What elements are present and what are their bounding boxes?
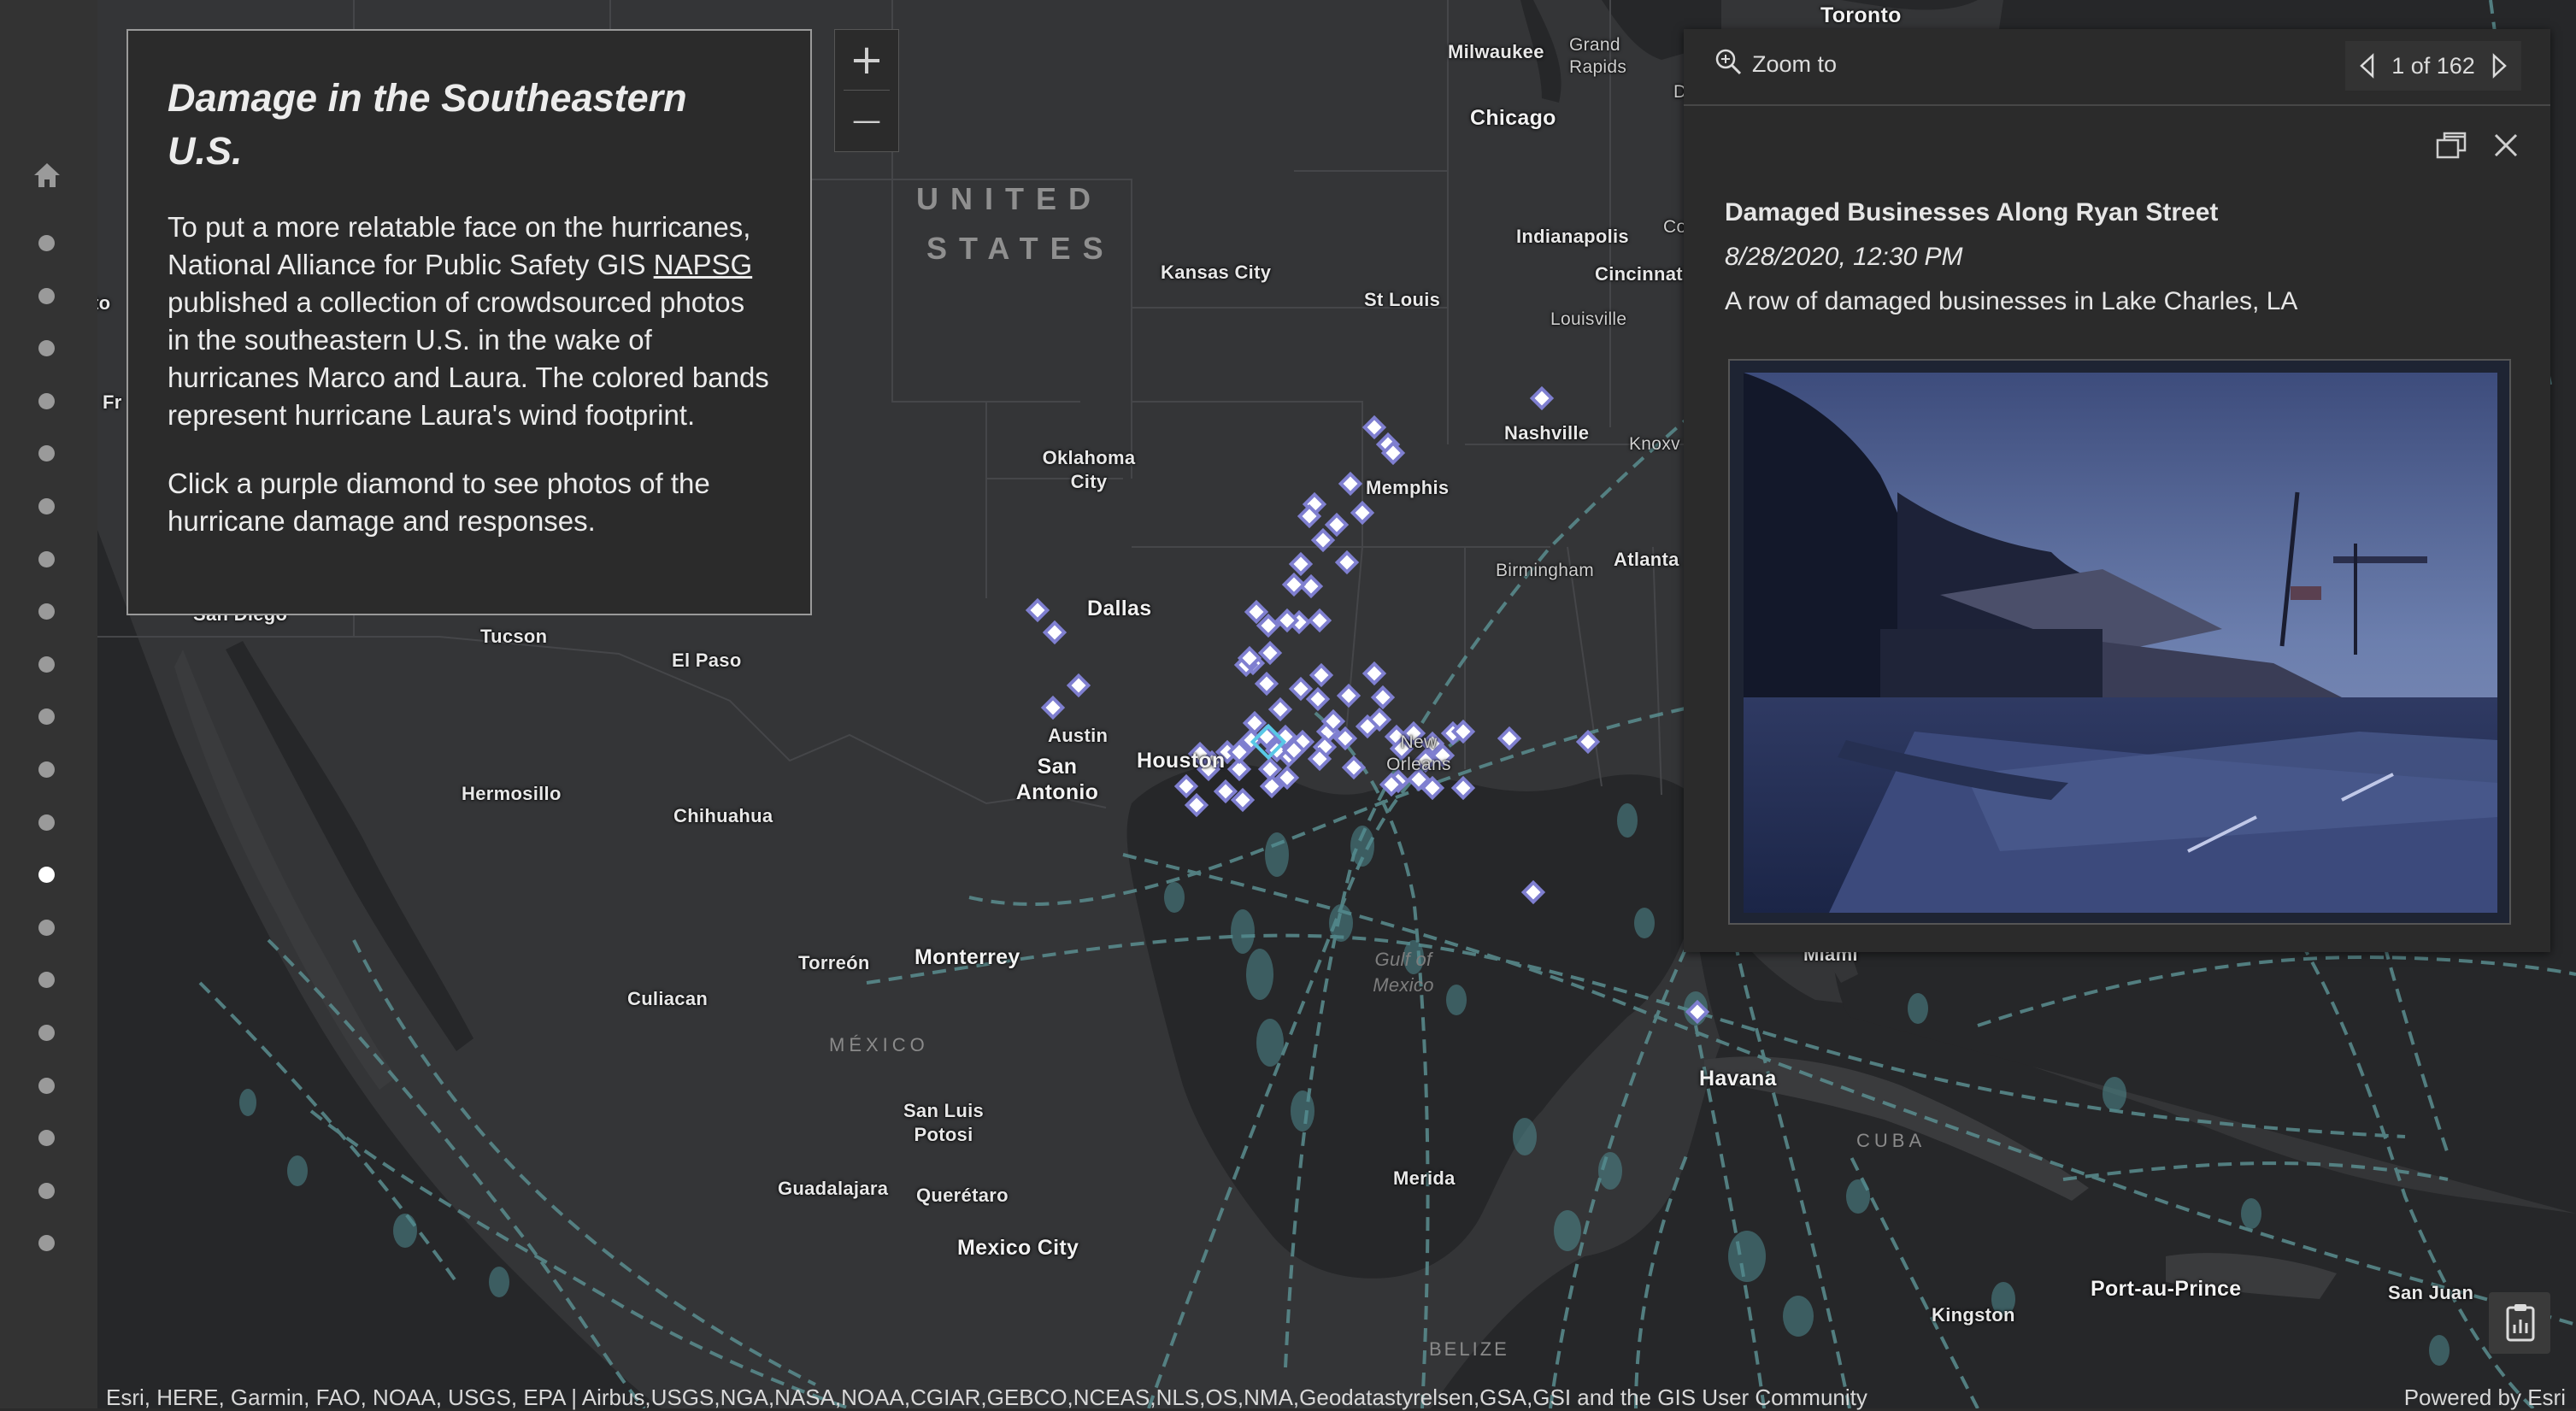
map-label-grand-rapids: Grand Rapids: [1569, 35, 1627, 77]
chevron-left-icon[interactable]: [2357, 53, 2378, 79]
magnifier-icon: [1714, 48, 1742, 81]
map-label-kingston: Kingston: [1932, 1304, 2015, 1326]
popup-pager: 1 of 162: [2345, 41, 2521, 91]
feature-date: 8/28/2020, 12:30 PM: [1725, 243, 1963, 271]
powered-by-esri[interactable]: Powered by Esri: [2404, 1385, 2566, 1411]
napsg-link[interactable]: NAPSG: [654, 249, 753, 280]
map-label-memphis: Memphis: [1366, 477, 1450, 498]
story-nav-dot[interactable]: [38, 1235, 55, 1252]
map-label-new-orleans: New Orleans: [1386, 732, 1451, 774]
story-panel: Damage in the Southeastern U.S. To put a…: [126, 29, 812, 615]
map-label-port-au-prince: Port-au-Prince: [2091, 1277, 2242, 1301]
map-label-louisville: Louisville: [1550, 309, 1627, 329]
zoom-to-button[interactable]: Zoom to: [1714, 48, 1837, 81]
story-nav-dot[interactable]: [38, 1182, 55, 1199]
story-nav-dot[interactable]: [38, 392, 55, 409]
zoom-to-label: Zoom to: [1752, 51, 1838, 77]
map-label-mexico-city: Mexico City: [957, 1236, 1079, 1260]
feature-photo-frame: [1728, 359, 2511, 925]
map-label-gulf-of-mexico: Gulf of Mexico: [1373, 949, 1434, 996]
story-nav-dot[interactable]: [38, 972, 55, 989]
map-label-havana: Havana: [1699, 1067, 1777, 1091]
map-label-houston: Houston: [1137, 749, 1226, 773]
map-label-queretaro: Querétaro: [916, 1185, 1009, 1206]
zoom-out-icon[interactable]: —: [835, 91, 898, 150]
map-label-torreon: Torreón: [798, 952, 870, 973]
map-label-united: UNITED: [916, 181, 1103, 216]
story-nav-dot[interactable]: [38, 919, 55, 936]
map-label-to: to: [97, 292, 111, 314]
story-paragraph-1: To put a more relatable face on the hurr…: [168, 209, 771, 434]
map-label-cincinnati: Cincinnat: [1595, 263, 1683, 285]
map-label-chihuahua: Chihuahua: [673, 805, 773, 826]
popup-header: Zoom to 1 of 162: [1684, 29, 2550, 106]
map-label-dallas: Dallas: [1087, 597, 1152, 620]
story-nav-dot[interactable]: [38, 603, 55, 620]
map-label-guadalajara: Guadalajara: [778, 1178, 889, 1199]
map-label-kansas-city: Kansas City: [1161, 262, 1272, 283]
map-attribution: Esri, HERE, Garmin, FAO, NOAA, USGS, EPA…: [106, 1385, 1867, 1410]
story-nav-dot[interactable]: [38, 287, 55, 304]
story-sidebar: [0, 0, 97, 1408]
story-nav-dot[interactable]: [38, 1130, 55, 1147]
story-nav-dot[interactable]: [38, 445, 55, 462]
map-label-fr: Fr: [103, 391, 122, 413]
story-nav-dot[interactable]: [38, 761, 55, 778]
dock-icon[interactable]: [2436, 130, 2468, 161]
map-label-birmingham: Birmingham: [1496, 561, 1595, 580]
zoom-control: + —: [834, 29, 899, 152]
feature-description: A row of damaged businesses in Lake Char…: [1725, 287, 2298, 315]
map-label-knoxville: Knoxv: [1629, 434, 1680, 454]
map-label-chicago: Chicago: [1470, 106, 1556, 130]
map-label-culiacan: Culiacan: [627, 988, 709, 1009]
story-nav-dot[interactable]: [38, 1077, 55, 1094]
map-label-mexico: MÉXICO: [829, 1034, 929, 1055]
story-text: published a collection of crowdsourced p…: [168, 286, 769, 431]
chevron-right-icon[interactable]: [2489, 53, 2509, 79]
map-label-el-paso: El Paso: [672, 650, 742, 671]
map-label-belize: BELIZE: [1429, 1338, 1509, 1360]
home-icon[interactable]: [31, 159, 63, 191]
map-label-st-louis: St Louis: [1364, 289, 1441, 310]
map-label-san-juan: San Juan: [2388, 1282, 2474, 1303]
story-nav-dot[interactable]: [38, 1025, 55, 1041]
map-label-indianapolis: Indianapolis: [1516, 226, 1629, 247]
map-label-states: STATES: [926, 231, 1115, 266]
zoom-in-icon[interactable]: +: [835, 30, 898, 90]
story-nav-dot[interactable]: [38, 340, 55, 357]
story-nav-dot[interactable]: [38, 235, 55, 251]
feature-photo[interactable]: [1744, 373, 2497, 937]
map-label-atlanta: Atlanta: [1614, 549, 1679, 570]
story-nav-dot[interactable]: [38, 498, 55, 514]
map-label-nashville: Nashville: [1504, 422, 1590, 444]
map-label-san-luis-potosi: San Luis Potosi: [903, 1100, 985, 1145]
story-title: Damage in the Southeastern U.S.: [168, 76, 687, 173]
feature-popup: Zoom to 1 of 162 Damaged Businesses Alon…: [1684, 29, 2550, 952]
map-label-monterrey: Monterrey: [915, 945, 1020, 969]
map-label-san-antonio: San Antonio: [1015, 755, 1099, 804]
story-nav-dot[interactable]: [38, 708, 55, 726]
map-label-toronto: Toronto: [1820, 3, 1902, 27]
map-label-oklahoma-city: Oklahoma City: [1042, 447, 1136, 492]
story-nav-dot[interactable]: [38, 550, 55, 567]
pager-count: 1 of 162: [2391, 52, 2475, 79]
map-label-austin: Austin: [1048, 725, 1109, 746]
map-label-tucson: Tucson: [480, 626, 548, 647]
close-icon[interactable]: [2491, 130, 2521, 161]
map-label-milwaukee: Milwaukee: [1448, 41, 1544, 62]
story-nav-dot[interactable]: [38, 867, 55, 884]
story-paragraph-2: Click a purple diamond to see photos of …: [168, 467, 710, 537]
story-nav-dot[interactable]: [38, 814, 55, 831]
feature-title: Damaged Businesses Along Ryan Street: [1725, 198, 2219, 226]
map-label-hermosillo: Hermosillo: [462, 783, 562, 804]
clipboard-chart-icon[interactable]: [2489, 1292, 2550, 1354]
map-label-cuba: CUBA: [1856, 1130, 1926, 1151]
story-nav-dot[interactable]: [38, 656, 55, 673]
map-label-merida: Merida: [1393, 1167, 1456, 1189]
